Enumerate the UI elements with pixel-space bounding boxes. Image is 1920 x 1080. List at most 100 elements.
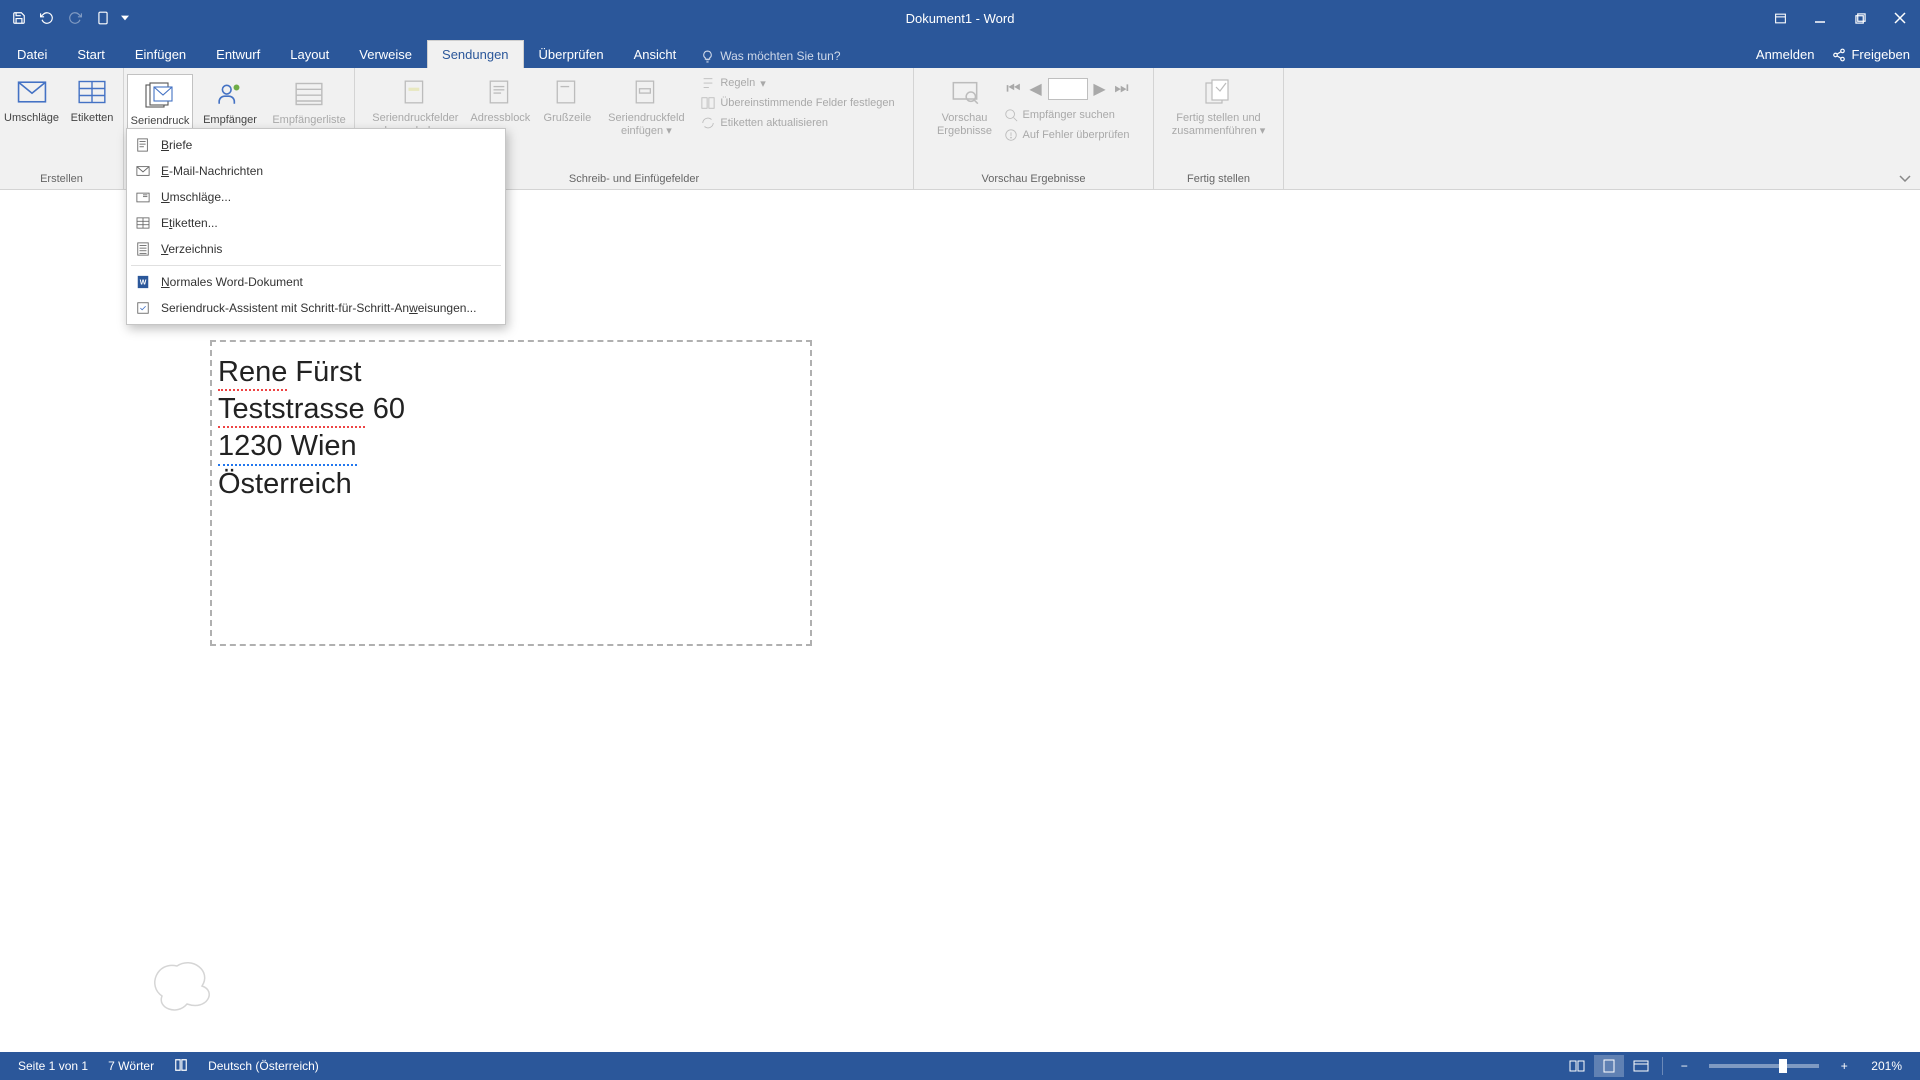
feld-einfuegen-button: Seriendruckfeld einfügen ▾ <box>599 72 693 141</box>
tab-verweise[interactable]: Verweise <box>344 40 427 68</box>
tab-ueberpruefen[interactable]: Überprüfen <box>524 40 619 68</box>
addressblock-icon <box>484 76 516 108</box>
menu-email[interactable]: E-Mail-Nachrichten <box>127 158 505 184</box>
zoom-in-button[interactable]: + <box>1829 1055 1859 1077</box>
menu-separator <box>131 265 501 266</box>
tab-ansicht[interactable]: Ansicht <box>619 40 692 68</box>
check-errors-button: Auf Fehler überprüfen <box>1000 126 1136 144</box>
zoom-slider[interactable] <box>1709 1064 1819 1068</box>
close-button[interactable] <box>1880 0 1920 36</box>
email-icon <box>135 163 151 179</box>
finish-merge-icon <box>1203 76 1235 108</box>
page-indicator[interactable]: Seite 1 von 1 <box>8 1059 98 1073</box>
menu-umschlaege[interactable]: Umschläge... <box>127 184 505 210</box>
menu-briefe[interactable]: Briefe <box>127 132 505 158</box>
rules-icon <box>701 76 715 90</box>
tab-layout[interactable]: Layout <box>275 40 344 68</box>
share-button[interactable]: Freigeben <box>1832 47 1910 62</box>
undo-button[interactable] <box>34 5 60 31</box>
proofing-button[interactable] <box>164 1058 198 1075</box>
doc-line-3[interactable]: 1230 Wien <box>218 428 804 465</box>
envelope-icon <box>16 76 48 108</box>
tab-sendungen[interactable]: Sendungen <box>427 40 524 68</box>
group-label-vorschau: Vorschau Ergebnisse <box>916 171 1151 189</box>
match-icon <box>701 96 715 110</box>
group-label-fertig: Fertig stellen <box>1156 171 1281 189</box>
envelope-small-icon <box>135 189 151 205</box>
menu-normales-dokument[interactable]: W Normales Word-Dokument <box>127 269 505 295</box>
word-count[interactable]: 7 Wörter <box>98 1059 164 1073</box>
zoom-out-button[interactable]: − <box>1669 1055 1699 1077</box>
insert-field-icon <box>630 76 662 108</box>
tell-me-placeholder: Was möchten Sie tun? <box>720 49 840 63</box>
grusszeile-button: Grußzeile <box>537 72 597 129</box>
tell-me-search[interactable]: Was möchten Sie tun? <box>691 44 850 68</box>
save-button[interactable] <box>6 5 32 31</box>
collapse-ribbon-button[interactable] <box>1896 170 1914 184</box>
print-layout-button[interactable] <box>1594 1055 1624 1077</box>
mailmerge-start-icon <box>144 79 176 111</box>
touch-mode-button[interactable] <box>90 5 116 31</box>
refresh-icon <box>701 116 715 130</box>
group-vorschau: Vorschau Ergebnisse ⏮ ◀ ▶ ⏭ Empfänger su… <box>914 68 1154 189</box>
header-right-links: Anmelden Freigeben <box>1756 47 1910 62</box>
group-fertig: Fertig stellen und zusammenführen ▾ Fert… <box>1154 68 1284 189</box>
tab-einfuegen[interactable]: Einfügen <box>120 40 201 68</box>
sb-separator <box>1662 1057 1663 1075</box>
status-bar: Seite 1 von 1 7 Wörter Deutsch (Österrei… <box>0 1052 1920 1080</box>
etiketten-button[interactable]: Etiketten <box>63 72 121 129</box>
doc-line-4[interactable]: Österreich <box>218 466 804 501</box>
maximize-button[interactable] <box>1840 0 1880 36</box>
ribbon-options-button[interactable] <box>1760 0 1800 36</box>
check-icon <box>1004 128 1018 142</box>
tab-datei[interactable]: Datei <box>2 40 62 68</box>
ribbon-tabs: Datei Start Einfügen Entwurf Layout Verw… <box>0 36 1920 68</box>
regeln-button: Regeln ▾ <box>697 74 898 92</box>
group-erstellen: Umschläge Etiketten Erstellen <box>0 68 124 189</box>
text-frame[interactable]: Rene Fürst Teststrasse 60 1230 Wien Öste… <box>210 340 812 646</box>
lightbulb-icon <box>701 50 714 63</box>
zoom-slider-thumb[interactable] <box>1779 1059 1787 1073</box>
umschlaege-button[interactable]: Umschläge <box>2 72 61 129</box>
window-title: Dokument1 - Word <box>906 11 1015 26</box>
menu-verzeichnis[interactable]: Verzeichnis <box>127 236 505 262</box>
highlight-fields-icon <box>399 76 431 108</box>
find-recipient-button: Empfänger suchen <box>1000 106 1136 124</box>
web-layout-button[interactable] <box>1626 1055 1656 1077</box>
prev-record-button: ◀ <box>1026 78 1046 100</box>
record-number-input <box>1048 78 1088 100</box>
labels-small-icon <box>135 215 151 231</box>
doc-line-1[interactable]: Rene Fürst <box>218 354 804 391</box>
qat-customize-button[interactable] <box>118 5 132 31</box>
signin-link[interactable]: Anmelden <box>1756 47 1815 62</box>
redo-button[interactable] <box>62 5 88 31</box>
minimize-button[interactable] <box>1800 0 1840 36</box>
zoom-level[interactable]: 201% <box>1861 1059 1912 1073</box>
seriendruck-starten-menu: Briefe E-Mail-Nachrichten Umschläge... E… <box>126 128 506 325</box>
menu-etiketten[interactable]: Etiketten... <box>127 210 505 236</box>
read-mode-button[interactable] <box>1562 1055 1592 1077</box>
fertig-stellen-button: Fertig stellen und zusammenführen ▾ <box>1159 72 1279 141</box>
title-bar: Dokument1 - Word <box>0 0 1920 36</box>
greeting-icon <box>551 76 583 108</box>
tab-start[interactable]: Start <box>62 40 119 68</box>
tab-entwurf[interactable]: Entwurf <box>201 40 275 68</box>
watermark-icon <box>142 946 222 1018</box>
book-icon <box>174 1058 188 1072</box>
svg-text:W: W <box>140 280 147 287</box>
quick-access-toolbar <box>0 5 132 31</box>
next-record-button: ▶ <box>1090 78 1110 100</box>
first-record-button: ⏮ <box>1004 78 1024 100</box>
record-nav: ⏮ ◀ ▶ ⏭ <box>1000 74 1136 104</box>
recipients-icon <box>214 78 246 110</box>
wizard-icon <box>135 300 151 316</box>
doc-line-2[interactable]: Teststrasse 60 <box>218 391 804 428</box>
menu-assistent[interactable]: Seriendruck-Assistent mit Schritt-für-Sc… <box>127 295 505 321</box>
vorschau-button: Vorschau Ergebnisse <box>932 72 998 141</box>
language-indicator[interactable]: Deutsch (Österreich) <box>198 1059 329 1073</box>
match-fields-button: Übereinstimmende Felder festlegen <box>697 94 898 112</box>
directory-icon <box>135 241 151 257</box>
share-icon <box>1832 48 1846 62</box>
update-labels-button: Etiketten aktualisieren <box>697 114 898 132</box>
edit-list-icon <box>293 78 325 110</box>
